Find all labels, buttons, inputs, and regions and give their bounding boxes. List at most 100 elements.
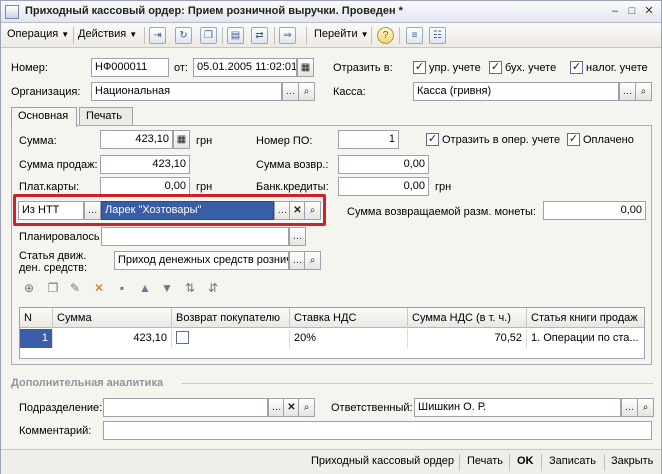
row-vat-sum[interactable]: 70,52 xyxy=(408,329,527,348)
cards-label: Плат.карты: xyxy=(19,181,80,193)
close-window-button[interactable]: ✕ xyxy=(641,4,657,19)
reflect-acc-label: бух. учете xyxy=(505,62,557,74)
date-label: от: xyxy=(174,62,188,74)
ok-button[interactable]: OK xyxy=(517,455,534,467)
search-icon[interactable]: ⌕ xyxy=(298,398,315,417)
bank-currency: грн xyxy=(435,181,452,193)
column-header[interactable]: Сумма xyxy=(53,308,172,328)
po-field[interactable]: 1 xyxy=(338,130,399,149)
reflect-tax-label: налог. учете xyxy=(586,62,648,74)
resp-field[interactable]: Шишкин О. Р. xyxy=(414,398,621,417)
reflect-oper-checkbox[interactable]: ✓ xyxy=(426,133,439,146)
ellipsis-icon[interactable]: … xyxy=(282,82,299,101)
maximize-button[interactable]: □ xyxy=(624,4,640,19)
movements-icon[interactable]: ⇄ xyxy=(251,27,268,44)
toolbar-separator xyxy=(399,27,400,44)
search-icon[interactable]: ⌕ xyxy=(304,251,321,270)
bottom-separator xyxy=(459,454,460,471)
dept-field[interactable] xyxy=(103,398,268,417)
calculator-icon[interactable]: ▦ xyxy=(173,130,190,149)
sales-sum-label: Сумма продаж: xyxy=(19,159,98,171)
reflect-acc-checkbox[interactable]: ✓ xyxy=(489,61,502,74)
column-header[interactable]: Сумма НДС (в т. ч.) xyxy=(408,308,527,328)
planned-field[interactable] xyxy=(101,227,289,246)
print-button[interactable]: Печать xyxy=(467,455,503,467)
operation-menu[interactable]: Операция ▼ xyxy=(7,28,69,40)
comment-field[interactable] xyxy=(103,421,652,440)
actions-menu-label: Действия xyxy=(78,28,127,40)
column-header[interactable]: Ставка НДС xyxy=(290,308,408,328)
copy-row-icon[interactable]: ❐ xyxy=(45,280,61,296)
end-edit-icon[interactable]: ▪ xyxy=(114,280,130,296)
doc-print-form-button[interactable]: Приходный кассовый ордер xyxy=(311,455,454,467)
sort-desc-icon[interactable]: ⇵ xyxy=(205,280,221,296)
add-row-icon[interactable]: ⊕ xyxy=(21,280,37,296)
search-icon[interactable]: ⌕ xyxy=(637,398,654,417)
cash-field[interactable]: Касса (гривня) xyxy=(413,82,619,101)
structure-icon[interactable]: ≡ xyxy=(406,27,423,44)
delete-row-icon[interactable]: ✕ xyxy=(91,280,107,296)
copy-icon[interactable]: ❐ xyxy=(200,27,217,44)
title-bar: Приходный кассовый ордер: Прием рознично… xyxy=(1,1,661,23)
bottom-separator xyxy=(509,454,510,471)
search-icon[interactable]: ⌕ xyxy=(298,82,315,101)
hierarchy-icon[interactable]: ☷ xyxy=(429,27,446,44)
refresh-icon[interactable]: ↻ xyxy=(175,27,192,44)
row-sales-book[interactable]: 1. Операции по ста... xyxy=(527,329,644,348)
edit-row-icon[interactable]: ✎ xyxy=(67,280,83,296)
tab-print[interactable]: Печать xyxy=(79,107,133,126)
chevron-down-icon: ▼ xyxy=(360,30,369,39)
sales-sum-field[interactable]: 423,10 xyxy=(100,155,190,174)
row-return[interactable] xyxy=(172,329,290,348)
toolbar-separator xyxy=(144,27,145,44)
reflect-mgmt-checkbox[interactable]: ✓ xyxy=(413,61,426,74)
table-row[interactable]: 1 423,10 20% 70,52 1. Операции по ста... xyxy=(20,329,644,348)
return-sum-field[interactable]: 0,00 xyxy=(338,155,429,174)
actions-menu[interactable]: Действия ▼ xyxy=(78,28,137,40)
coins-field[interactable]: 0,00 xyxy=(543,201,646,220)
paid-checkbox[interactable]: ✓ xyxy=(567,133,580,146)
org-field[interactable]: Национальная xyxy=(91,82,282,101)
post-icon[interactable]: ⇥ xyxy=(149,27,166,44)
sort-asc-icon[interactable]: ⇅ xyxy=(182,280,198,296)
ellipsis-icon[interactable]: … xyxy=(621,398,638,417)
minimize-button[interactable]: – xyxy=(607,4,623,19)
cashflow-field[interactable]: Приход денежных средств рознична xyxy=(114,251,289,270)
based-on-icon[interactable]: ⇒ xyxy=(279,27,296,44)
date-field[interactable]: 05.01.2005 11:02:01 xyxy=(193,58,297,77)
toolbar-separator xyxy=(222,27,223,44)
reflect-label: Отразить в: xyxy=(333,62,393,74)
paid-label: Оплачено xyxy=(583,134,634,146)
chevron-down-icon: ▼ xyxy=(61,30,70,39)
close-button[interactable]: Закрыть xyxy=(611,455,653,467)
reflect-tax-checkbox[interactable]: ✓ xyxy=(570,61,583,74)
toolbar-separator xyxy=(73,27,74,44)
ellipsis-icon[interactable]: … xyxy=(289,227,306,246)
sum-label: Сумма: xyxy=(19,135,57,147)
po-label: Номер ПО: xyxy=(256,135,313,147)
row-sum[interactable]: 423,10 xyxy=(53,329,172,348)
return-checkbox[interactable] xyxy=(176,331,189,344)
bank-field[interactable]: 0,00 xyxy=(338,177,429,196)
report-icon[interactable]: ▤ xyxy=(227,27,244,44)
sum-field[interactable]: 423,10 xyxy=(100,130,173,149)
save-button[interactable]: Записать xyxy=(549,455,596,467)
tab-main[interactable]: Основная xyxy=(11,107,77,127)
help-icon[interactable]: ? xyxy=(377,27,394,44)
column-header[interactable]: N xyxy=(20,308,53,328)
row-vat-rate[interactable]: 20% xyxy=(290,329,408,348)
row-number[interactable]: 1 xyxy=(20,329,53,348)
highlight-frame xyxy=(13,194,326,226)
move-up-icon[interactable]: ▲ xyxy=(137,280,153,296)
search-icon[interactable]: ⌕ xyxy=(635,82,652,101)
calendar-icon[interactable]: ▦ xyxy=(297,58,314,77)
resp-label: Ответственный: xyxy=(331,402,413,414)
planned-label: Планировалось xyxy=(19,231,100,243)
move-down-icon[interactable]: ▼ xyxy=(159,280,175,296)
goto-menu[interactable]: Перейти ▼ xyxy=(314,28,369,40)
cards-currency: грн xyxy=(196,181,213,193)
number-field[interactable]: НФ000011 xyxy=(91,58,169,77)
column-header[interactable]: Статья книги продаж xyxy=(527,308,644,328)
ellipsis-icon[interactable]: … xyxy=(619,82,636,101)
column-header[interactable]: Возврат покупателю xyxy=(172,308,290,328)
